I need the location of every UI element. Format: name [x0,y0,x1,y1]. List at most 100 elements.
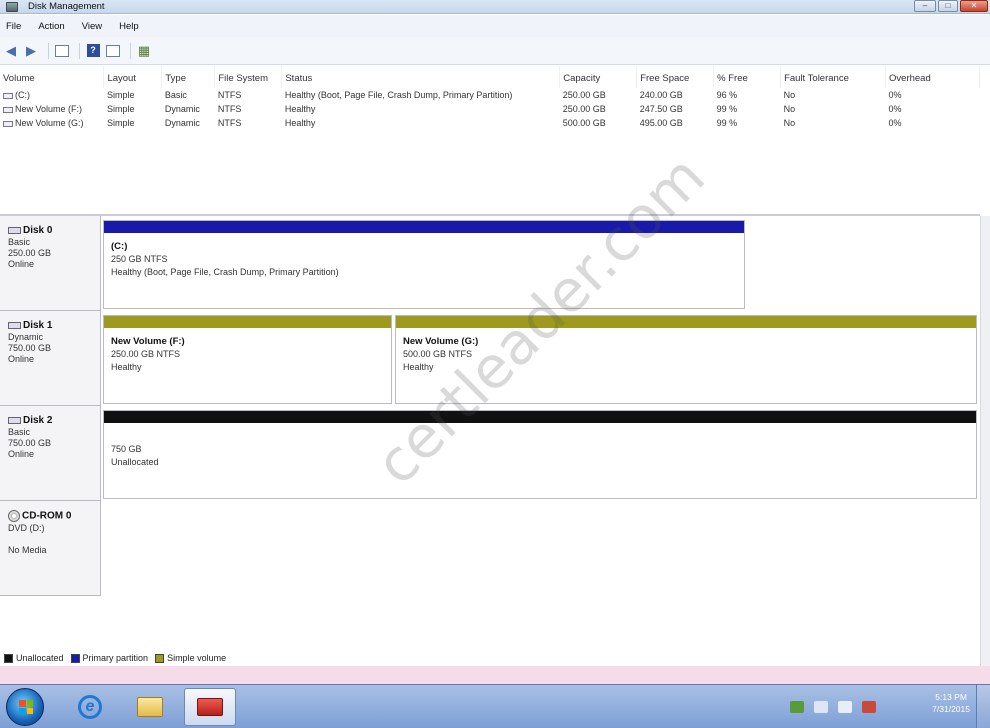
legend-item-unallocated: Unallocated [4,653,64,663]
show-hide-console-tree-icon[interactable] [54,43,70,59]
menu-bar: File Action View Help [0,15,990,37]
unallocated-space[interactable]: 750 GB Unallocated [103,410,977,499]
column-header[interactable]: File System [214,66,283,88]
legend: Unallocated Primary partition Simple vol… [0,650,980,666]
table-row[interactable]: New Volume (F:) Simple Dynamic NTFS Heal… [0,102,980,116]
column-header[interactable]: Type [161,66,216,88]
column-header[interactable]: Layout [103,66,163,88]
rescan-disks-icon[interactable]: ▦ [136,43,152,59]
volume-icon [3,120,13,127]
table-cell: NTFS [217,118,242,128]
taskbar: e 5:13 PM 7/31/2015 [0,684,990,728]
network-icon[interactable] [838,701,852,713]
taskbar-internet-explorer[interactable]: e [64,688,116,726]
properties-icon[interactable] [105,43,121,59]
table-cell: 99 % [716,104,738,114]
clock-date: 7/31/2015 [932,704,970,714]
disk-info-disk-0[interactable]: Disk 0 Basic 250.00 GB Online [0,216,101,311]
table-row[interactable]: New Volume (G:) Simple Dynamic NTFS Heal… [0,116,980,130]
disk-status: Online [8,259,35,269]
disk-info-cdrom-0[interactable]: CD-ROM 0 DVD (D:) No Media [0,501,101,596]
action-center-icon[interactable] [790,701,804,713]
clock[interactable]: 5:13 PM 7/31/2015 [932,691,970,715]
column-header[interactable]: Status [281,66,561,88]
column-header[interactable]: Free Space [636,66,715,88]
table-cell: NTFS [217,104,242,114]
vertical-scrollbar[interactable] [980,216,990,666]
legend-item-primary-partition: Primary partition [70,653,148,663]
primary-partition-bar [104,221,744,233]
disk-name: Disk 2 [23,415,53,426]
disk-icon [8,226,21,234]
cdrom-icon [8,510,20,522]
toolbox-icon [197,698,223,716]
menu-view[interactable]: View [80,19,104,34]
table-cell: 240.00 GB [639,90,683,100]
partition-f[interactable]: New Volume (F:) 250.00 GB NTFS Healthy [103,315,392,404]
toolbar-separator [48,42,49,59]
table-cell: 99 % [716,118,738,128]
partition-size: 500.00 GB NTFS [403,349,473,359]
clock-time: 5:13 PM [935,692,967,702]
partition-c[interactable]: (C:) 250 GB NTFS Healthy (Boot, Page Fil… [103,220,745,309]
disk-row-cdrom-0: CD-ROM 0 DVD (D:) No Media [0,501,980,596]
table-cell: Healthy (Boot, Page File, Crash Dump, Pr… [284,90,513,100]
menu-help[interactable]: Help [117,19,141,34]
disk-status: Online [8,354,35,364]
column-header[interactable]: Volume [0,66,105,88]
table-row[interactable]: (C:) Simple Basic NTFS Healthy (Boot, Pa… [0,88,980,102]
table-cell: Basic [164,90,187,100]
column-header[interactable]: Capacity [559,66,638,88]
table-cell: NTFS [217,90,242,100]
close-button[interactable]: ✕ [960,0,988,12]
back-arrow-icon[interactable]: ◀ [3,43,19,59]
column-header[interactable]: Fault Tolerance [780,66,887,88]
volume-icon [3,106,13,113]
disk-layout-pane: Disk 0 Basic 250.00 GB Online (C:) 250 G… [0,216,980,650]
maximize-button[interactable]: □ [938,0,958,12]
taskbar-windows-explorer[interactable] [124,688,176,726]
show-desktop-button[interactable] [976,685,990,728]
table-cell: No [783,90,796,100]
disk-type: DVD (D:) [8,522,45,533]
partition-title: (C:) [111,241,128,252]
partition-status: Healthy [403,362,434,372]
table-cell: 500.00 GB [562,118,606,128]
volume-table-header: Volume Layout Type File System Status Ca… [0,66,980,88]
disk-size: 750.00 GB [8,343,52,353]
partition-title: New Volume (G:) [403,336,479,347]
disk-icon [8,416,21,424]
volume-icon[interactable] [862,701,876,713]
volume-list-pane: Volume Layout Type File System Status Ca… [0,66,980,214]
window-title: Disk Management [28,1,105,12]
taskbar-computer-management[interactable] [184,688,236,726]
folder-icon [137,697,163,717]
menu-file[interactable]: File [4,19,23,34]
forward-arrow-icon[interactable]: ▶ [23,43,39,59]
menu-action[interactable]: Action [36,19,66,34]
column-header[interactable]: Overhead [885,66,980,88]
disk-row-disk-2: Disk 2 Basic 750.00 GB Online 750 GB Una… [0,406,980,501]
disk-info-disk-2[interactable]: Disk 2 Basic 750.00 GB Online [0,406,101,501]
table-cell: Simple [106,118,135,128]
minimize-button[interactable]: – [914,0,936,12]
volume-table: Volume Layout Type File System Status Ca… [0,66,980,130]
flag-icon[interactable] [814,701,828,713]
table-cell: 250.00 GB [562,104,606,114]
table-cell: 0% [888,90,902,100]
volume-cell: New Volume (F:) [0,102,104,116]
disk-info-disk-1[interactable]: Disk 1 Dynamic 750.00 GB Online [0,311,101,406]
start-button[interactable] [6,688,44,726]
column-header[interactable]: % Free [713,66,782,88]
disk-type: Basic [8,427,31,437]
internet-explorer-icon: e [78,695,102,719]
table-cell: 96 % [716,90,738,100]
legend-swatch [4,653,13,663]
partition-g[interactable]: New Volume (G:) 500.00 GB NTFS Healthy [395,315,977,404]
table-cell: 0% [888,118,902,128]
disk-row-disk-0: Disk 0 Basic 250.00 GB Online (C:) 250 G… [0,216,980,311]
help-icon[interactable]: ? [85,43,101,59]
table-cell: Healthy [284,104,316,114]
toolbar: ◀ ▶ ? ▦ [0,37,990,65]
